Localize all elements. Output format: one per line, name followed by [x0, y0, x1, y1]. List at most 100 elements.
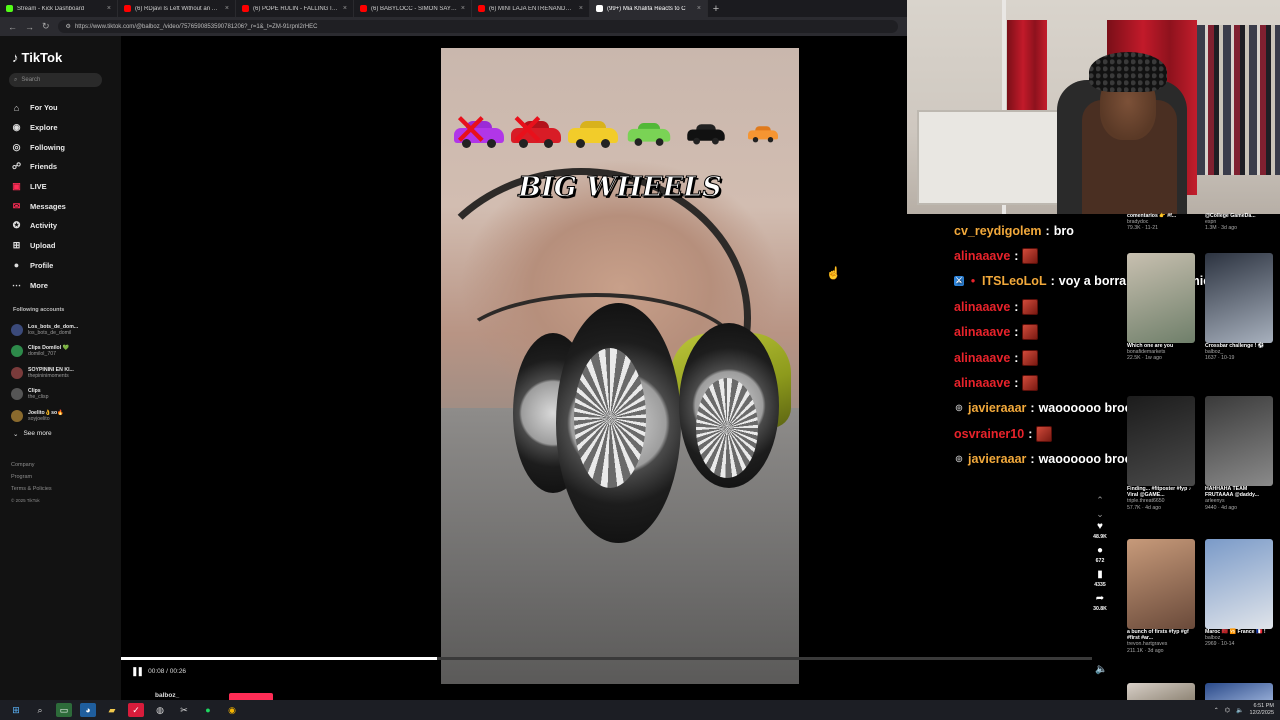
suggested-video[interactable]: Crossbar challenge ! ⚽ balboz_ 1637 · 10-1… [1205, 253, 1275, 362]
close-icon[interactable]: × [697, 5, 701, 12]
video-thumbnail[interactable] [1205, 539, 1273, 629]
bookmark-button[interactable]: ▮ 4335 [1093, 569, 1107, 589]
chat-username[interactable]: javieraaar [968, 401, 1026, 415]
sidebar-item-more[interactable]: ⋯ More [11, 275, 116, 295]
sidebar-item-label: Explore [30, 123, 58, 133]
browser-tab[interactable]: Stream - Kick Dashboard × [0, 0, 118, 17]
chat-username[interactable]: ITSLeoLoL [982, 274, 1047, 288]
chrome-icon[interactable]: ◉ [224, 703, 240, 717]
browser-tab[interactable]: (6) POPE RULIN - FALLING IN LOV × [236, 0, 354, 17]
close-icon[interactable]: × [107, 5, 111, 12]
video-thumbnail[interactable] [1127, 539, 1195, 629]
share-button[interactable]: ➦ 30.8K [1093, 593, 1107, 613]
see-more-button[interactable]: ⌄ See more [13, 430, 52, 438]
chat-separator: : [1030, 401, 1035, 416]
close-icon[interactable]: × [225, 5, 229, 12]
browser-tab[interactable]: (6) RDjavi Is Left Without an Ans × [118, 0, 236, 17]
sidebar-item-messages[interactable]: ✉ Messages [11, 196, 116, 216]
chat-separator: : [1014, 325, 1019, 340]
suggested-video[interactable]: Which one are you bonafidemarkets 22.5K · … [1127, 253, 1197, 362]
chat-text: bro [1053, 223, 1074, 238]
suggested-video[interactable]: @College GameDa... espn 1.3M · 3d ago [1205, 213, 1275, 232]
chat-username[interactable]: alinaaave [954, 351, 1010, 365]
bookmark-icon: ▮ [1097, 569, 1103, 580]
edge-icon[interactable]: ◕ [80, 703, 96, 717]
sidebar-item-for-you[interactable]: ⌂ For You [11, 98, 116, 118]
obs-icon[interactable]: ◍ [152, 703, 168, 717]
footer-link-terms[interactable]: Terms & Policies [11, 483, 52, 495]
close-icon[interactable]: × [343, 5, 347, 12]
chevron-down-icon[interactable]: ⌄ [1096, 507, 1104, 521]
sidebar-item-activity[interactable]: ✪ Activity [11, 216, 116, 236]
sidebar-item-label: Activity [30, 221, 58, 231]
chevron-up-icon[interactable]: ⌃ [1096, 493, 1104, 507]
suggested-video[interactable]: Maroc 🇲🇦 🆚 France 🇫🇷 ! balboz_ 2969 · 10-1… [1205, 539, 1275, 648]
chat-username[interactable]: alinaaave [954, 249, 1010, 263]
back-icon[interactable]: ← [8, 22, 17, 32]
footer-link-program[interactable]: Program [11, 471, 52, 483]
browser-tab[interactable]: (6) BABYLOCC - SIMON SAYS (M × [354, 0, 472, 17]
clock[interactable]: 6:51 PM 12/2/2025 [1250, 703, 1274, 717]
capcut-icon[interactable]: ✂ [176, 703, 192, 717]
network-icon[interactable]: ⌬ [1225, 707, 1230, 714]
reload-icon[interactable]: ↻ [42, 21, 50, 32]
following-account[interactable]: SOYPININI EN KI... thepininimoments [11, 362, 116, 384]
tiktok-sidebar: ♪ TikTok ⌕ Search ⌂ For You ◉ Explore ◎ Followi… [0, 36, 121, 700]
url-field[interactable]: ⚙ https://www.tiktok.com/@balboz_/video/7… [57, 20, 898, 33]
sidebar-item-profile[interactable]: ● Profile [11, 256, 116, 276]
spotify-icon[interactable]: ● [200, 703, 216, 717]
windows-start-icon[interactable]: ⊞ [8, 703, 24, 717]
following-account[interactable]: Los_bots_de_dom... los_bots_de_domil [11, 319, 116, 341]
sidebar-item-explore[interactable]: ◉ Explore [11, 118, 116, 138]
video-progress-bar[interactable] [121, 657, 1092, 660]
volume-icon[interactable]: 🔈 [1095, 664, 1107, 675]
suggested-video[interactable]: HAHHAHA TEAM FRUTAAAA @daddy... arleenys 9… [1205, 396, 1275, 511]
video-thumbnail[interactable] [1205, 396, 1273, 486]
screen: Stream - Kick Dashboard × (6) RDjavi Is L… [0, 0, 1280, 720]
video-player[interactable]: ✕ ✕ BIG WHEELS [441, 48, 799, 684]
speaker-icon[interactable]: 🔈 [1236, 707, 1243, 714]
browser-tab-active[interactable]: (99+) Mia Khalifa Reacts to C × [590, 0, 708, 17]
following-account[interactable]: Clips Domilol 💚 domilol_707 [11, 341, 116, 363]
chat-username[interactable]: osvrainer10 [954, 427, 1024, 441]
video-thumbnail[interactable] [1205, 253, 1273, 343]
following-account[interactable]: Clips the_clisp [11, 384, 116, 406]
chat-username[interactable]: javieraaar [968, 452, 1026, 466]
new-tab-button[interactable]: + [708, 3, 724, 15]
chat-username[interactable]: alinaaave [954, 300, 1010, 314]
pause-icon[interactable]: ❚❚ [131, 666, 144, 677]
footer-link-company[interactable]: Company [11, 459, 52, 471]
browser-tab[interactable]: (6) MINI LAJA ENTRENANDO PAR × [472, 0, 590, 17]
suggested-video[interactable]: a bunch of firsts #fyp #gf #first #ar...… [1127, 539, 1197, 654]
video-thumbnail[interactable] [1127, 253, 1195, 343]
chevron-up-icon[interactable]: ⌃ [1214, 707, 1219, 714]
site-info-icon[interactable]: ⚙ [66, 23, 71, 30]
sidebar-item-live[interactable]: ▣ LIVE [11, 177, 116, 197]
heart-button[interactable]: ♥ 48.9K [1093, 521, 1107, 541]
chat-username[interactable]: alinaaave [954, 376, 1010, 390]
terminal-icon[interactable]: ▭ [56, 703, 72, 717]
tiktok-logo[interactable]: ♪ TikTok [12, 50, 62, 65]
search-input[interactable]: ⌕ Search [9, 73, 102, 87]
forward-icon[interactable]: → [25, 22, 34, 32]
sidebar-item-friends[interactable]: ☍ Friends [11, 157, 116, 177]
comment-button[interactable]: ● 672 [1093, 545, 1107, 565]
chat-username[interactable]: alinaaave [954, 325, 1010, 339]
app-icon[interactable]: ✓ [128, 703, 144, 717]
video-meta: a bunch of firsts #fyp #gf #first #ar...… [1127, 629, 1197, 654]
search-icon[interactable]: ⌕ [32, 703, 48, 717]
sidebar-item-upload[interactable]: ⊞ Upload [11, 236, 116, 256]
suggested-video[interactable]: Finding... #fitposter #fyp ♪ Viral @GAME… [1127, 396, 1197, 511]
suggested-video[interactable]: comentarios 👉 #f... bradydoc 79.3K · 11-21 [1127, 213, 1197, 232]
sidebar-item-following[interactable]: ◎ Following [11, 137, 116, 157]
close-icon[interactable]: × [579, 5, 583, 12]
close-icon[interactable]: × [461, 5, 465, 12]
video-author[interactable]: balboz_ [155, 692, 179, 699]
follow-button[interactable] [229, 693, 273, 700]
video-thumbnail[interactable] [1127, 396, 1195, 486]
following-account[interactable]: Joelito👌so🔥 soyjoelito [11, 405, 116, 427]
folder-icon[interactable]: ▰ [104, 703, 120, 717]
chat-username[interactable]: cv_reydigolem [954, 224, 1042, 238]
account-text: SOYPININI EN KI... thepininimoments [28, 367, 74, 379]
sidebar-item-label: LIVE [30, 182, 47, 192]
